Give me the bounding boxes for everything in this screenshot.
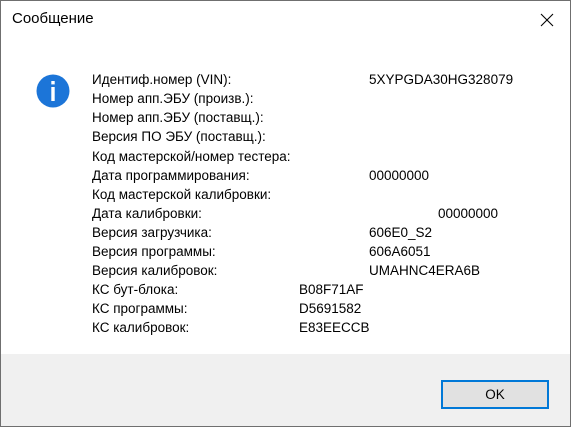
value-program-version: 606A6051	[369, 244, 431, 259]
message-content: Идентиф.номер (VIN): Номер апп.ЭБУ (прои…	[1, 39, 570, 354]
value-programming-date: 00000000	[369, 168, 430, 183]
label-workshop-tester: Код мастерской/номер тестера:	[92, 149, 291, 164]
info-icon	[36, 74, 70, 108]
label-calibration-date: Дата калибровки:	[92, 206, 202, 221]
ok-button[interactable]: OK	[441, 380, 549, 409]
button-bar: OK	[1, 354, 570, 426]
label-programming-date: Дата программирования:	[92, 168, 250, 183]
close-button[interactable]	[524, 1, 570, 39]
label-vin: Идентиф.номер (VIN):	[92, 72, 232, 87]
title-bar[interactable]: Сообщение	[1, 1, 570, 39]
label-calibration-checksum: КС калибровок:	[92, 320, 190, 335]
value-calibration-version: UMAHNC4ERA6B	[369, 263, 481, 278]
close-icon	[540, 13, 554, 27]
label-ecu-hw-supplier: Номер апп.ЭБУ (поставщ.):	[92, 110, 264, 125]
label-program-version: Версия программы:	[92, 244, 216, 259]
label-calibration-workshop: Код мастерской калибровки:	[92, 187, 272, 202]
message-dialog: Сообщение Идентиф.номер (VIN): Номер апп…	[0, 0, 571, 427]
value-program-checksum: D5691582	[299, 301, 362, 316]
label-program-checksum: КС программы:	[92, 301, 188, 316]
label-ecu-hw-mfr: Номер апп.ЭБУ (произв.):	[92, 91, 254, 106]
value-calibration-checksum: E83EECCB	[299, 320, 370, 335]
ok-button-label: OK	[485, 387, 505, 402]
value-calibration-date: 00000000	[438, 206, 499, 221]
value-bootloader-version: 606E0_S2	[369, 225, 433, 240]
dialog-title: Сообщение	[12, 10, 94, 27]
label-ecu-sw-supplier: Версия ПО ЭБУ (поставщ.):	[92, 129, 266, 144]
label-calibration-version: Версия калибровок:	[92, 263, 218, 278]
label-boot-checksum: КС бут-блока:	[92, 282, 179, 297]
value-boot-checksum: B08F71AF	[299, 282, 364, 297]
label-bootloader-version: Версия загрузчика:	[92, 225, 212, 240]
value-vin: 5XYPGDA30HG328079	[369, 72, 514, 87]
